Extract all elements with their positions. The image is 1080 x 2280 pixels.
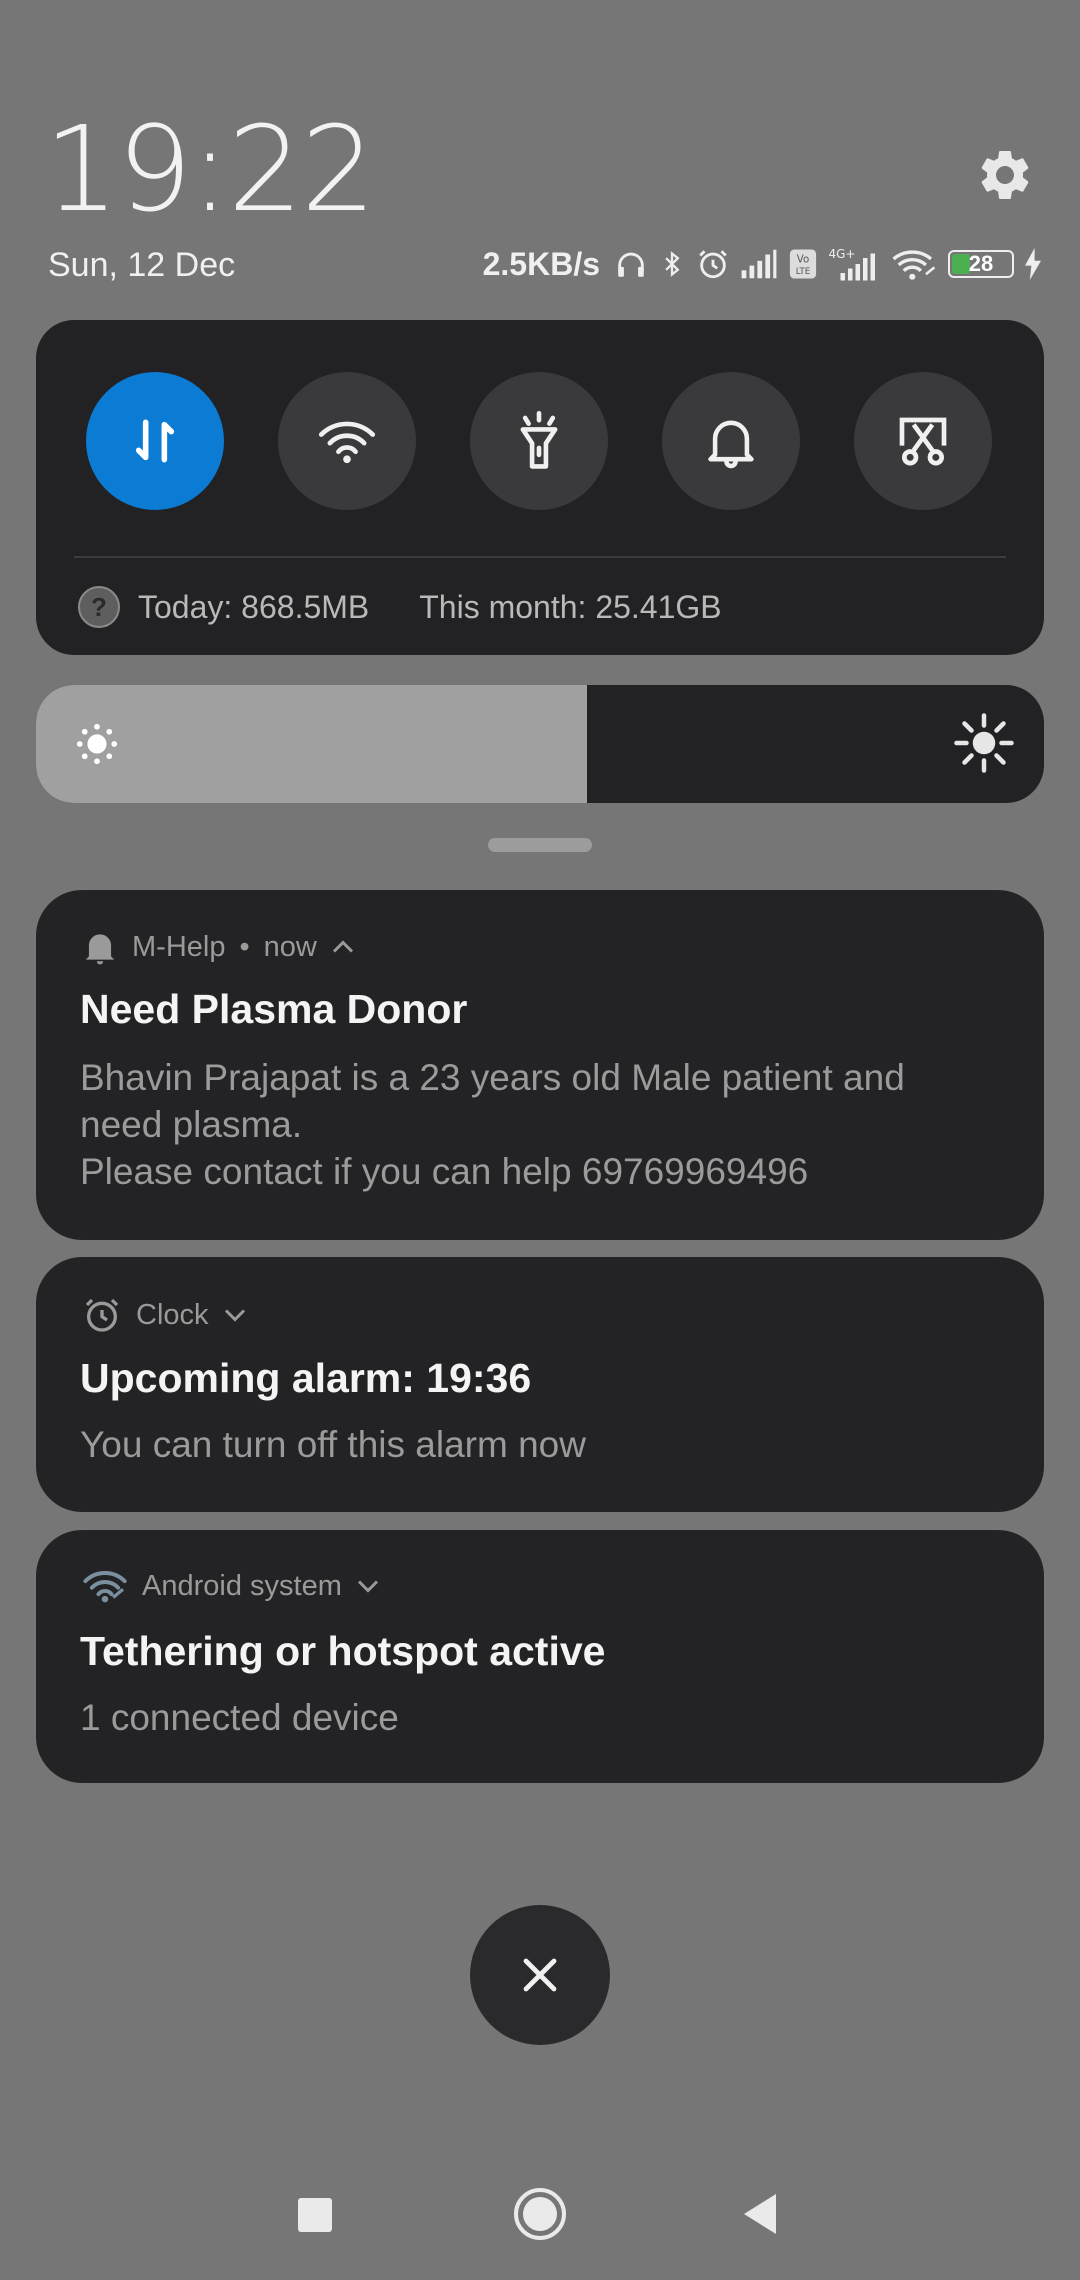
data-usage[interactable]: ? Today: 868.5MB This month: 25.41GB: [78, 586, 722, 628]
notification-time: now: [263, 930, 317, 963]
sound-toggle[interactable]: [662, 372, 800, 510]
notification-body: You can turn off this alarm now: [80, 1424, 586, 1465]
volte-icon: VoLTE: [789, 249, 817, 279]
notification-body: Bhavin Prajapat is a 23 years old Male p…: [80, 1057, 905, 1192]
wifi-icon: [318, 421, 376, 464]
back-button[interactable]: [742, 2192, 778, 2236]
home-button[interactable]: [514, 2188, 566, 2240]
bluetooth-icon: [665, 251, 680, 277]
notification-app-name: Clock: [136, 1298, 209, 1331]
signal-sim2-4g-icon: 4G+: [829, 247, 875, 281]
status-icons: 2.5KB/s Vo LTE 4G+ 28: [483, 242, 1042, 286]
screenshot-scissors-icon: [899, 417, 947, 466]
network-speed: 2.5KB/s: [482, 245, 600, 282]
clear-all-button[interactable]: [470, 1905, 610, 2045]
notification-title: Need Plasma Donor: [80, 986, 468, 1032]
drag-handle[interactable]: [488, 838, 592, 852]
close-icon: [523, 1958, 557, 1992]
mobile-data-icon: [135, 419, 175, 463]
wifi-toggle[interactable]: [278, 372, 416, 510]
divider: [74, 556, 1006, 558]
brightness-high-icon: [954, 713, 1014, 773]
separator-dot: •: [239, 930, 250, 963]
bell-icon: [708, 420, 754, 469]
notification-header: Clock: [82, 1295, 247, 1335]
bell-icon: [85, 934, 115, 965]
mobile-data-toggle[interactable]: [86, 372, 224, 510]
alarm-icon: [699, 250, 727, 279]
notification-body: 1 connected device: [80, 1697, 399, 1738]
clock[interactable]: 19:22: [44, 100, 376, 238]
data-usage-month: This month: 25.41GB: [419, 588, 722, 625]
notification-android-system[interactable]: Android system Tethering or hotspot acti…: [36, 1530, 1044, 1783]
signal-sim1-icon: [741, 249, 777, 279]
recents-button[interactable]: [298, 2198, 332, 2232]
notification-header: Android system: [82, 1568, 380, 1604]
chevron-down-icon[interactable]: [356, 1577, 380, 1595]
wifi-icon: [892, 250, 936, 280]
charging-icon: [1025, 248, 1041, 280]
quick-toggles: [86, 372, 992, 510]
navigation-bar: [0, 2180, 1080, 2250]
chevron-down-icon[interactable]: [223, 1306, 247, 1324]
quick-settings-panel: ? Today: 868.5MB This month: 25.41GB: [36, 320, 1044, 655]
notification-m-help[interactable]: M-Help • now Need Plasma Donor Bhavin Pr…: [36, 890, 1044, 1240]
alarm-clock-icon: [85, 1298, 119, 1332]
flashlight-toggle[interactable]: [470, 372, 608, 510]
notification-title: Tethering or hotspot active: [80, 1628, 606, 1674]
question-icon: ?: [78, 586, 120, 628]
battery-icon: 28: [948, 250, 1014, 278]
flashlight-icon: [520, 411, 558, 469]
battery-level: 28: [968, 251, 994, 276]
notification-app-name: Android system: [142, 1569, 342, 1602]
screenshot-toggle[interactable]: [854, 372, 992, 510]
notification-header: M-Help • now: [82, 928, 355, 966]
settings-gear-icon[interactable]: [975, 145, 1035, 205]
headphones-icon: [618, 252, 644, 277]
svg-text:Vo: Vo: [797, 255, 809, 266]
notification-title: Upcoming alarm: 19:36: [80, 1355, 532, 1401]
date: Sun, 12 Dec: [48, 246, 236, 284]
brightness-slider[interactable]: [36, 685, 1044, 803]
chevron-up-icon[interactable]: [331, 938, 355, 956]
svg-text:LTE: LTE: [796, 267, 811, 277]
brightness-low-icon: [76, 723, 118, 765]
notification-clock[interactable]: Clock Upcoming alarm: 19:36 You can turn…: [36, 1257, 1044, 1512]
svg-text:4G+: 4G+: [829, 247, 856, 261]
data-usage-today: Today: 868.5MB: [138, 588, 370, 625]
hotspot-wifi-icon: [83, 1571, 127, 1603]
notification-app-name: M-Help: [132, 930, 226, 963]
